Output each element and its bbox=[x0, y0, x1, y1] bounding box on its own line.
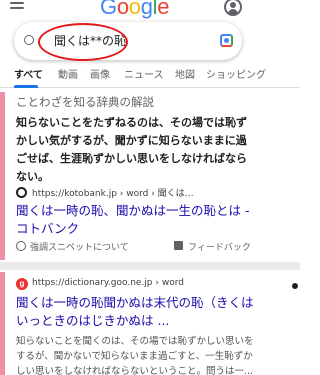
kotobank-favicon-icon bbox=[16, 187, 27, 198]
search-box[interactable]: 聞くは**の恥 bbox=[14, 22, 242, 61]
about-snippets-link[interactable]: 強調スニペットについて bbox=[30, 240, 129, 253]
featured-snippet-text: 知らないことをたずねるのは、その場では恥ずかしい気がするが、聞かずに知らないまま… bbox=[16, 116, 247, 183]
scroll-indicator bbox=[292, 283, 298, 289]
tab-news[interactable]: ニュース bbox=[124, 66, 164, 81]
search-icon bbox=[24, 35, 34, 45]
tab-all[interactable]: すべて bbox=[14, 66, 43, 81]
tab-videos[interactable]: 動画 bbox=[58, 66, 78, 81]
active-tab-indicator bbox=[14, 85, 38, 88]
result-description: 知らないことを聞くのは、その場では恥ずかしい思いをするが、聞かないで知らないまま… bbox=[16, 336, 254, 375]
account-icon[interactable] bbox=[224, 0, 242, 16]
snippet-feedback-row: 強調スニペットについて フィードバック bbox=[16, 240, 256, 253]
google-lens-icon[interactable] bbox=[220, 34, 233, 47]
left-accent-bar bbox=[0, 272, 5, 375]
google-logo[interactable]: Google bbox=[100, 0, 169, 20]
left-accent-bar bbox=[0, 92, 5, 260]
featured-result-title[interactable]: 聞くは一時の恥、聞かぬは一生の恥とは - コトバンク bbox=[16, 202, 260, 238]
info-icon bbox=[16, 241, 26, 251]
tab-images[interactable]: 画像 bbox=[90, 66, 110, 81]
tab-shopping[interactable]: ショッピング bbox=[206, 66, 266, 81]
goo-favicon-icon: g bbox=[16, 278, 28, 290]
menu-icon[interactable] bbox=[10, 2, 24, 14]
section-divider bbox=[0, 262, 300, 270]
tab-maps[interactable]: 地図 bbox=[175, 66, 195, 81]
search-tabs: すべて 動画 画像 ニュース 地図 ショッピング bbox=[0, 62, 300, 88]
result-title[interactable]: 聞くは一時の恥聞かぬは末代の恥（きくはいっときのはじきかぬは ... bbox=[16, 294, 260, 330]
featured-snippet-heading: ことわざを知る辞典の解説 bbox=[16, 95, 154, 109]
search-input[interactable]: 聞くは**の恥 bbox=[54, 32, 126, 49]
feedback-icon bbox=[174, 241, 183, 250]
top-bar: Google bbox=[0, 0, 300, 24]
feedback-link[interactable]: フィードバック bbox=[188, 240, 251, 253]
result-source-url[interactable]: https://dictionary.goo.ne.jp › word bbox=[32, 278, 184, 288]
featured-source-url[interactable]: https://kotobank.jp › word › 聞くは… bbox=[32, 186, 194, 199]
